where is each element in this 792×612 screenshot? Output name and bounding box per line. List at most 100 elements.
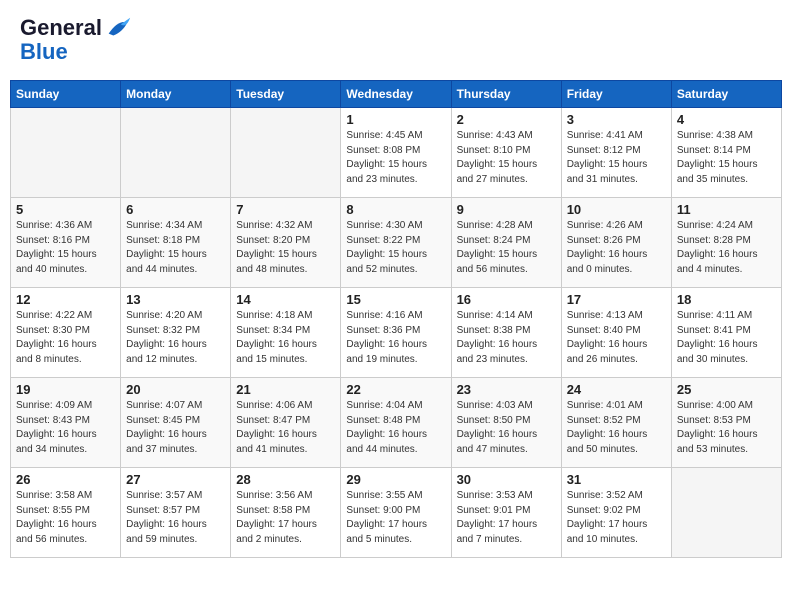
day-info: Sunrise: 4:16 AM Sunset: 8:36 PM Dayligh… [346,309,445,367]
day-number: 30 [457,472,556,487]
day-info: Sunrise: 3:58 AM Sunset: 8:55 PM Dayligh… [16,489,115,547]
day-info: Sunrise: 4:20 AM Sunset: 8:32 PM Dayligh… [126,309,225,367]
day-info: Sunrise: 4:38 AM Sunset: 8:14 PM Dayligh… [677,129,776,187]
day-info: Sunrise: 4:00 AM Sunset: 8:53 PM Dayligh… [677,399,776,457]
day-info: Sunrise: 3:55 AM Sunset: 9:00 PM Dayligh… [346,489,445,547]
day-info: Sunrise: 4:09 AM Sunset: 8:43 PM Dayligh… [16,399,115,457]
calendar-cell [11,108,121,198]
day-number: 14 [236,292,335,307]
day-number: 16 [457,292,556,307]
calendar-cell: 4 Sunrise: 4:38 AM Sunset: 8:14 PM Daylig… [671,108,781,198]
day-number: 19 [16,382,115,397]
calendar-cell: 20 Sunrise: 4:07 AM Sunset: 8:45 PM Dayli… [121,378,231,468]
calendar-cell: 19 Sunrise: 4:09 AM Sunset: 8:43 PM Dayli… [11,378,121,468]
day-number: 25 [677,382,776,397]
calendar-week-row: 19 Sunrise: 4:09 AM Sunset: 8:43 PM Dayli… [11,378,782,468]
day-number: 31 [567,472,666,487]
calendar-cell: 1Sunrise: 4:45 AM Sunset: 8:08 PM Daylig… [341,108,451,198]
day-info: Sunrise: 3:56 AM Sunset: 8:58 PM Dayligh… [236,489,335,547]
calendar-cell: 25 Sunrise: 4:00 AM Sunset: 8:53 PM Dayli… [671,378,781,468]
day-info: Sunrise: 4:07 AM Sunset: 8:45 PM Dayligh… [126,399,225,457]
day-number: 4 [677,112,776,127]
calendar-cell: 14 Sunrise: 4:18 AM Sunset: 8:34 PM Dayli… [231,288,341,378]
day-info: Sunrise: 4:24 AM Sunset: 8:28 PM Dayligh… [677,219,776,277]
day-number: 6 [126,202,225,217]
calendar-cell: 31 Sunrise: 3:52 AM Sunset: 9:02 PM Dayli… [561,468,671,558]
day-info: Sunrise: 4:11 AM Sunset: 8:41 PM Dayligh… [677,309,776,367]
day-info: Sunrise: 4:06 AM Sunset: 8:47 PM Dayligh… [236,399,335,457]
calendar-cell: 28 Sunrise: 3:56 AM Sunset: 8:58 PM Dayli… [231,468,341,558]
weekday-header-wednesday: Wednesday [341,81,451,108]
calendar-cell: 11 Sunrise: 4:24 AM Sunset: 8:28 PM Dayli… [671,198,781,288]
day-info: Sunrise: 4:18 AM Sunset: 8:34 PM Dayligh… [236,309,335,367]
day-info: Sunrise: 3:53 AM Sunset: 9:01 PM Dayligh… [457,489,556,547]
calendar-cell: 18 Sunrise: 4:11 AM Sunset: 8:41 PM Dayli… [671,288,781,378]
logo: General Blue [20,15,132,65]
calendar-cell: 3 Sunrise: 4:41 AM Sunset: 8:12 PM Daylig… [561,108,671,198]
day-info: Sunrise: 4:41 AM Sunset: 8:12 PM Dayligh… [567,129,666,187]
day-number: 8 [346,202,445,217]
weekday-header-sunday: Sunday [11,81,121,108]
calendar-cell: 17Sunrise: 4:13 AM Sunset: 8:40 PM Dayli… [561,288,671,378]
day-number: 24 [567,382,666,397]
calendar-cell: 6 Sunrise: 4:34 AM Sunset: 8:18 PM Daylig… [121,198,231,288]
calendar-cell: 9 Sunrise: 4:28 AM Sunset: 8:24 PM Daylig… [451,198,561,288]
day-info: Sunrise: 4:36 AM Sunset: 8:16 PM Dayligh… [16,219,115,277]
day-number: 3 [567,112,666,127]
day-info: Sunrise: 4:03 AM Sunset: 8:50 PM Dayligh… [457,399,556,457]
weekday-header-row: SundayMondayTuesdayWednesdayThursdayFrid… [11,81,782,108]
calendar-week-row: 1Sunrise: 4:45 AM Sunset: 8:08 PM Daylig… [11,108,782,198]
calendar-cell [121,108,231,198]
calendar-cell: 8 Sunrise: 4:30 AM Sunset: 8:22 PM Daylig… [341,198,451,288]
day-number: 23 [457,382,556,397]
day-number: 9 [457,202,556,217]
calendar-cell: 22Sunrise: 4:04 AM Sunset: 8:48 PM Dayli… [341,378,451,468]
calendar-cell: 12Sunrise: 4:22 AM Sunset: 8:30 PM Dayli… [11,288,121,378]
calendar-cell: 15 Sunrise: 4:16 AM Sunset: 8:36 PM Dayli… [341,288,451,378]
day-number: 20 [126,382,225,397]
calendar-cell: 21Sunrise: 4:06 AM Sunset: 8:47 PM Dayli… [231,378,341,468]
calendar-cell: 10 Sunrise: 4:26 AM Sunset: 8:26 PM Dayli… [561,198,671,288]
day-info: Sunrise: 3:52 AM Sunset: 9:02 PM Dayligh… [567,489,666,547]
calendar-cell [231,108,341,198]
calendar-cell [671,468,781,558]
calendar-table: SundayMondayTuesdayWednesdayThursdayFrid… [10,80,782,558]
day-number: 28 [236,472,335,487]
calendar-week-row: 5 Sunrise: 4:36 AM Sunset: 8:16 PM Daylig… [11,198,782,288]
day-number: 7 [236,202,335,217]
day-number: 15 [346,292,445,307]
calendar-body: 1Sunrise: 4:45 AM Sunset: 8:08 PM Daylig… [11,108,782,558]
day-info: Sunrise: 4:45 AM Sunset: 8:08 PM Dayligh… [346,129,445,187]
calendar-week-row: 12Sunrise: 4:22 AM Sunset: 8:30 PM Dayli… [11,288,782,378]
day-number: 29 [346,472,445,487]
day-info: Sunrise: 4:30 AM Sunset: 8:22 PM Dayligh… [346,219,445,277]
day-number: 10 [567,202,666,217]
day-info: Sunrise: 4:26 AM Sunset: 8:26 PM Dayligh… [567,219,666,277]
calendar-cell: 30 Sunrise: 3:53 AM Sunset: 9:01 PM Dayli… [451,468,561,558]
calendar-cell: 2 Sunrise: 4:43 AM Sunset: 8:10 PM Daylig… [451,108,561,198]
calendar-cell: 7 Sunrise: 4:32 AM Sunset: 8:20 PM Daylig… [231,198,341,288]
day-info: Sunrise: 4:28 AM Sunset: 8:24 PM Dayligh… [457,219,556,277]
weekday-header-thursday: Thursday [451,81,561,108]
calendar-cell: 27Sunrise: 3:57 AM Sunset: 8:57 PM Dayli… [121,468,231,558]
day-number: 27 [126,472,225,487]
day-number: 2 [457,112,556,127]
day-number: 18 [677,292,776,307]
day-number: 17 [567,292,666,307]
day-number: 22 [346,382,445,397]
weekday-header-tuesday: Tuesday [231,81,341,108]
page-header: General Blue [10,10,782,70]
day-number: 5 [16,202,115,217]
calendar-cell: 29 Sunrise: 3:55 AM Sunset: 9:00 PM Dayli… [341,468,451,558]
day-info: Sunrise: 4:22 AM Sunset: 8:30 PM Dayligh… [16,309,115,367]
day-info: Sunrise: 4:32 AM Sunset: 8:20 PM Dayligh… [236,219,335,277]
calendar-cell: 5 Sunrise: 4:36 AM Sunset: 8:16 PM Daylig… [11,198,121,288]
day-number: 11 [677,202,776,217]
weekday-header-monday: Monday [121,81,231,108]
calendar-cell: 23 Sunrise: 4:03 AM Sunset: 8:50 PM Dayli… [451,378,561,468]
day-number: 13 [126,292,225,307]
day-info: Sunrise: 4:01 AM Sunset: 8:52 PM Dayligh… [567,399,666,457]
calendar-week-row: 26Sunrise: 3:58 AM Sunset: 8:55 PM Dayli… [11,468,782,558]
day-info: Sunrise: 4:34 AM Sunset: 8:18 PM Dayligh… [126,219,225,277]
day-info: Sunrise: 4:43 AM Sunset: 8:10 PM Dayligh… [457,129,556,187]
